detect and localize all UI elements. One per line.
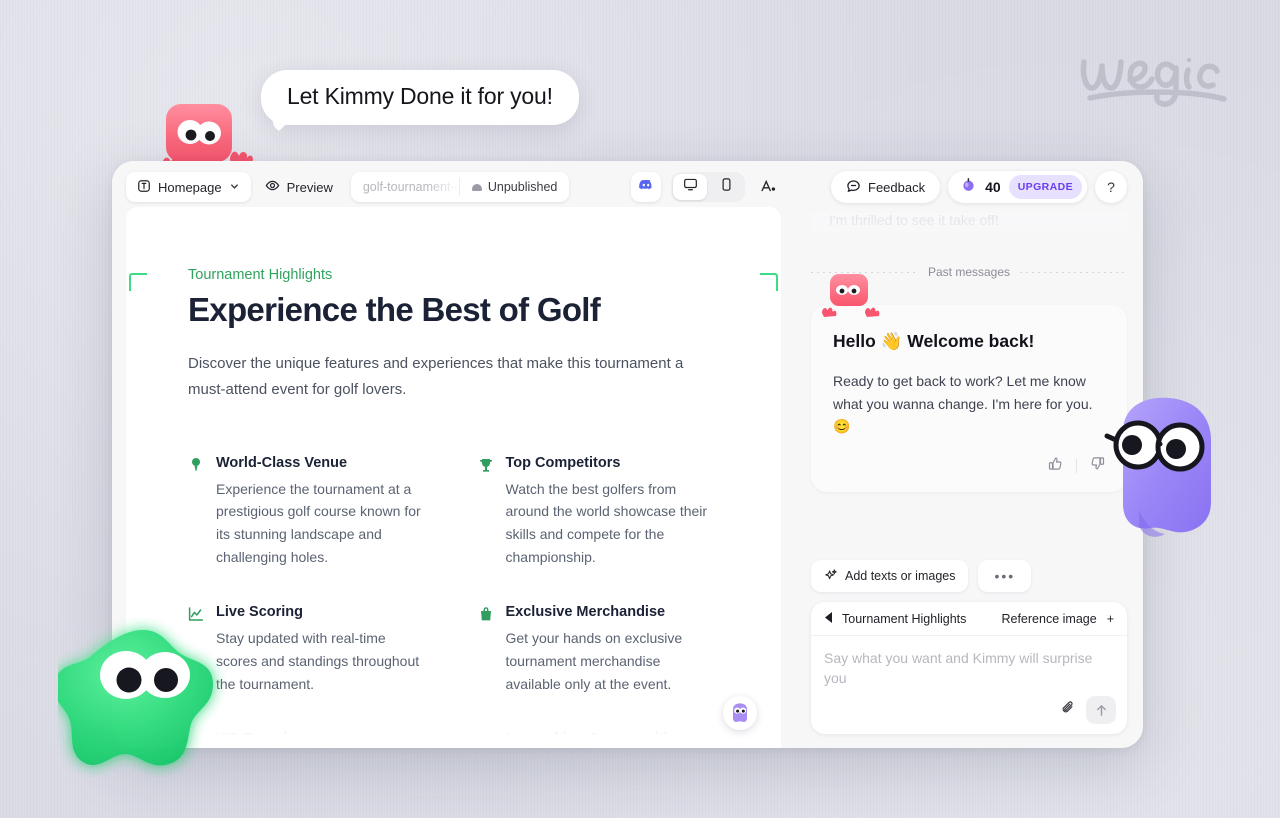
more-options-button[interactable]: ••• bbox=[978, 560, 1032, 592]
credits-count: 40 bbox=[985, 179, 1001, 195]
previous-message-text: I'm thrilled to see it take off! bbox=[829, 213, 999, 228]
feature-item: Exclusive Merchandise Get your hands on … bbox=[478, 604, 720, 695]
cloud-icon bbox=[471, 183, 482, 191]
publish-status[interactable]: Unpublished bbox=[460, 180, 570, 194]
purple-ghost-glasses-mascot bbox=[1101, 392, 1243, 550]
selection-corner-top-left bbox=[129, 273, 147, 291]
send-button[interactable] bbox=[1086, 696, 1116, 724]
help-label: ? bbox=[1107, 179, 1115, 195]
device-desktop-button[interactable] bbox=[673, 174, 707, 200]
assistant-message-card: Hello 👋 Welcome back! Ready to get back … bbox=[811, 305, 1127, 493]
feedback-label: Feedback bbox=[868, 179, 926, 195]
add-texts-or-images-button[interactable]: Add texts or images bbox=[811, 560, 969, 592]
message-title: Hello 👋 Welcome back! bbox=[833, 331, 1035, 351]
wegic-logo bbox=[1072, 42, 1252, 114]
chat-bubble-icon bbox=[846, 178, 861, 196]
callout-bubble: Let Kimmy Done it for you! bbox=[261, 70, 579, 125]
paperclip-icon[interactable] bbox=[1060, 699, 1077, 721]
page-title: Experience the Best of Golf bbox=[188, 291, 601, 328]
discord-button[interactable] bbox=[631, 172, 661, 202]
feature-title: Live Scoring bbox=[216, 604, 304, 621]
kimmy-avatar bbox=[821, 273, 883, 319]
reference-label: Reference image bbox=[1001, 611, 1097, 626]
composer-context-bar: Tournament Highlights Reference image + bbox=[811, 602, 1127, 636]
collapse-left-icon[interactable] bbox=[824, 610, 833, 628]
publish-status-label: Unpublished bbox=[487, 180, 558, 194]
page-selector-label: Homepage bbox=[158, 179, 222, 195]
credits-indicator[interactable]: 40 UPGRADE bbox=[948, 171, 1087, 203]
plus-icon[interactable]: + bbox=[1107, 612, 1114, 626]
device-mobile-button[interactable] bbox=[709, 174, 743, 200]
discord-icon bbox=[638, 177, 654, 198]
message-reactions bbox=[833, 456, 1105, 476]
feature-grid: World-Class Venue Experience the tournam… bbox=[188, 455, 719, 748]
page-icon bbox=[137, 179, 151, 196]
sparkle-icon bbox=[824, 568, 838, 585]
typography-button[interactable] bbox=[755, 172, 781, 202]
feature-title: Exclusive Merchandise bbox=[505, 604, 666, 621]
callout-text: Let Kimmy Done it for you! bbox=[287, 83, 553, 109]
message-input-card: Tournament Highlights Reference image + … bbox=[811, 602, 1127, 734]
shopping-bag-icon bbox=[478, 606, 494, 695]
green-blob-mascot bbox=[53, 618, 228, 783]
typography-icon bbox=[759, 177, 777, 198]
desktop-icon bbox=[683, 177, 698, 197]
page-lead: Discover the unique features and experie… bbox=[188, 355, 684, 398]
url-text: golf-tournament-extra bbox=[362, 180, 459, 194]
message-placeholder: Say what you want and Kimmy will surpris… bbox=[824, 650, 1093, 686]
add-chip-label: Add texts or images bbox=[845, 569, 956, 583]
mobile-icon bbox=[719, 177, 734, 197]
message-input[interactable]: Say what you want and Kimmy will surpris… bbox=[811, 636, 1127, 696]
feature-item: Networking Opportunities bbox=[477, 731, 720, 748]
trophy-icon bbox=[478, 457, 494, 569]
feature-title: World-Class Venue bbox=[216, 454, 348, 471]
chevron-down-icon bbox=[229, 180, 240, 195]
upgrade-button[interactable]: UPGRADE bbox=[1008, 175, 1082, 199]
people-icon bbox=[477, 733, 494, 748]
feature-item: World-Class Venue Experience the tournam… bbox=[188, 455, 430, 569]
page-selector[interactable]: Homepage bbox=[126, 172, 251, 202]
feature-title: Networking Opportunities bbox=[505, 731, 684, 748]
feature-title: VIP Experience bbox=[216, 731, 321, 748]
feature-body: Stay updated with real-time scores and s… bbox=[216, 630, 420, 692]
feature-title: Top Competitors bbox=[505, 454, 621, 471]
eye-icon bbox=[265, 178, 280, 196]
ellipsis-icon: ••• bbox=[994, 568, 1016, 584]
thumbs-up-icon[interactable] bbox=[1048, 456, 1063, 476]
selection-corner-top-right bbox=[760, 273, 778, 291]
section-eyebrow: Tournament Highlights bbox=[188, 267, 333, 283]
composer-actions bbox=[811, 696, 1127, 734]
preview-button[interactable]: Preview bbox=[261, 172, 337, 202]
device-toggle[interactable] bbox=[671, 172, 745, 202]
feature-body: Get your hands on exclusive tournament m… bbox=[505, 630, 683, 692]
golf-tee-icon bbox=[188, 457, 204, 569]
assistant-message: Hello 👋 Welcome back! Ready to get back … bbox=[811, 274, 1127, 493]
reaction-divider bbox=[1076, 459, 1077, 474]
divider-line-right bbox=[1020, 271, 1128, 273]
chat-header: Feedback 40 UPGRADE ? bbox=[795, 161, 1143, 213]
editor-toolbar: Homepage Preview golf-tournament-extra bbox=[112, 161, 795, 213]
preview-label: Preview bbox=[286, 179, 333, 195]
feedback-button[interactable]: Feedback bbox=[831, 171, 941, 203]
app-window: Homepage Preview golf-tournament-extra bbox=[112, 161, 1143, 748]
message-body: Ready to get back to work? Let me know w… bbox=[833, 373, 1093, 435]
credit-token-icon bbox=[960, 176, 977, 198]
help-button[interactable]: ? bbox=[1095, 171, 1127, 203]
composer-chips: Add texts or images ••• bbox=[811, 560, 1127, 592]
context-label: Tournament Highlights bbox=[842, 611, 967, 626]
feature-body: Experience the tournament at a prestigio… bbox=[216, 480, 421, 565]
reference-image-control[interactable]: Reference image + bbox=[1001, 612, 1114, 626]
chat-messages: I'm thrilled to see it take off! Past me… bbox=[795, 213, 1143, 552]
url-bar[interactable]: golf-tournament-extra Unpublished bbox=[350, 172, 570, 202]
chat-pane: Feedback 40 UPGRADE ? I'm thrilled to se… bbox=[795, 161, 1143, 748]
feature-item: Top Competitors Watch the best golfers f… bbox=[478, 455, 720, 569]
purple-mini-avatar[interactable] bbox=[723, 696, 757, 730]
chat-composer: Add texts or images ••• Tournament Highl… bbox=[795, 552, 1143, 748]
divider-label: Past messages bbox=[927, 265, 1011, 279]
previous-message-faded: I'm thrilled to see it take off! bbox=[811, 213, 1127, 249]
feature-body: Watch the best golfers from around the w… bbox=[505, 480, 708, 565]
